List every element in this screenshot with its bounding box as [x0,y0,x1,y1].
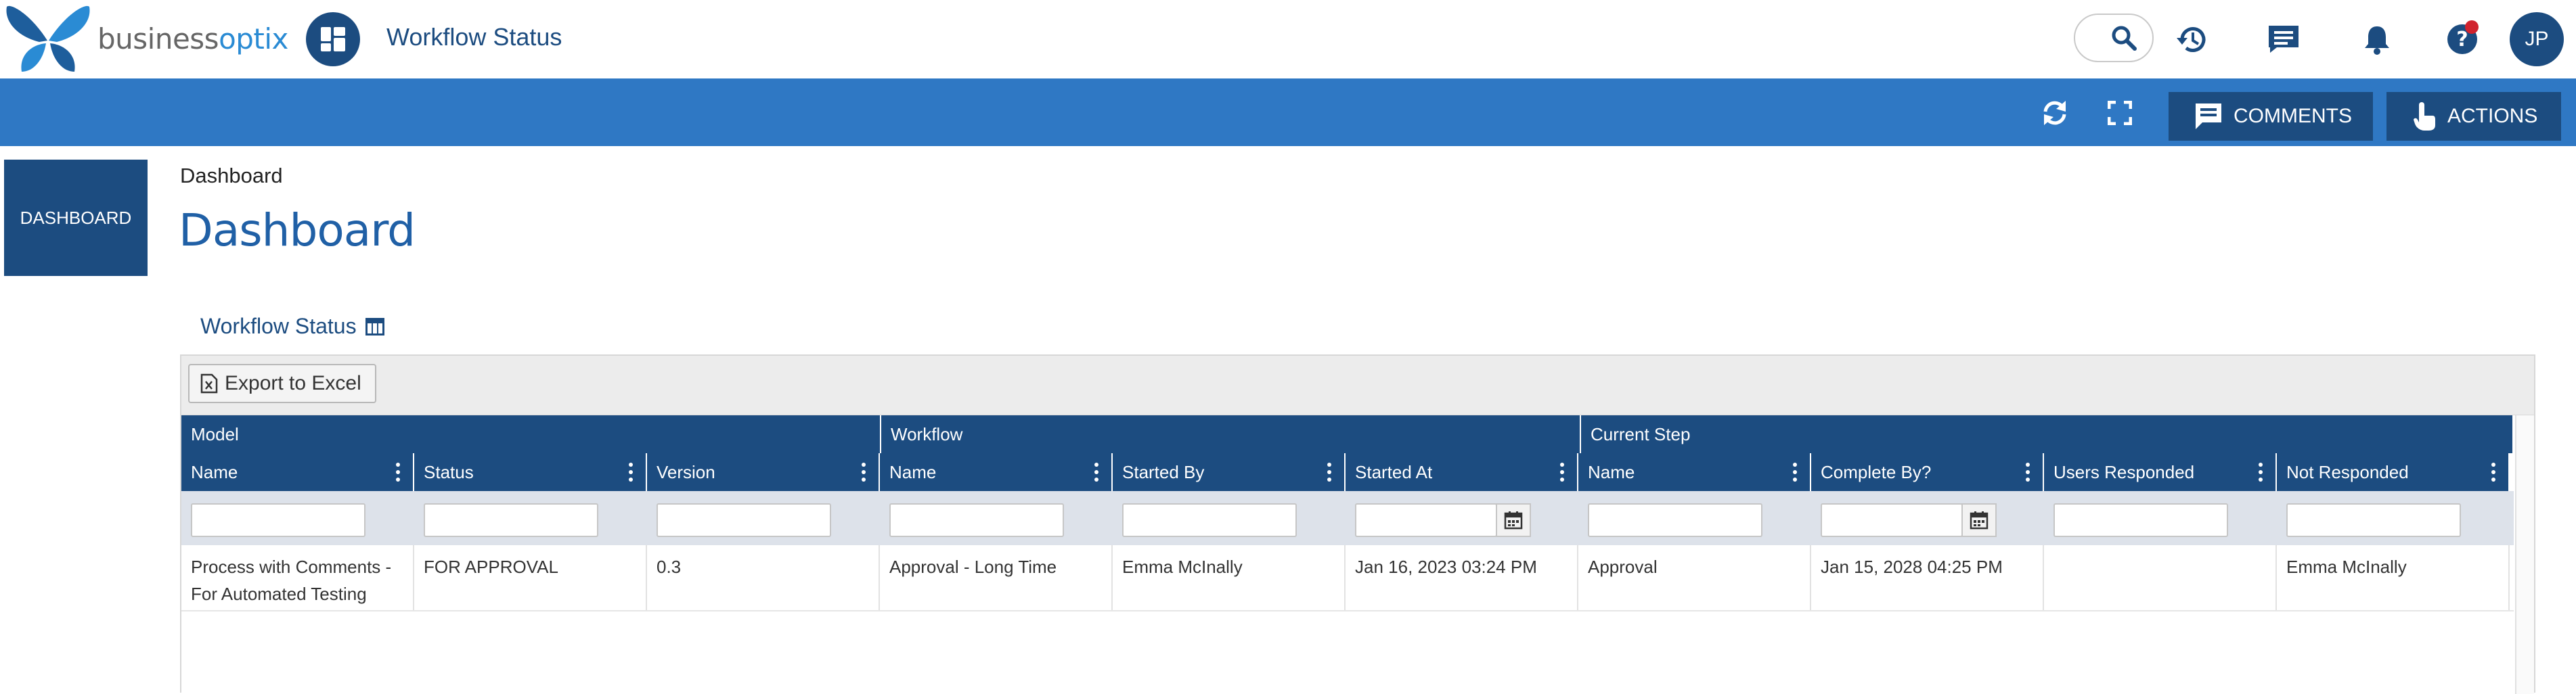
table-cell-model-version: 0.3 [647,545,880,610]
export-to-excel-button[interactable]: Export to Excel [188,364,376,403]
table-cell-model-name: Process with Comments - For Automated Te… [181,545,414,610]
workflow-status-grid: Export to Excel Model Workflow Current S… [180,354,2535,693]
calendar-icon [1504,511,1523,530]
table-icon[interactable] [365,317,385,336]
column-menu-icon[interactable] [2491,463,2496,483]
column-header-label: Started At [1355,462,1432,483]
calendar-button[interactable] [1496,503,1531,537]
breadcrumb[interactable]: Dashboard [180,164,283,188]
table-cell-step-name: Approval [1578,545,1811,610]
butterfly-logo-icon [4,1,92,76]
notification-badge [2465,20,2479,34]
top-header: businessoptix Workflow Status [0,0,2576,78]
refresh-button[interactable] [2036,96,2074,130]
column-header-step-users-responded[interactable]: Users Responded [2044,453,2277,491]
panel-title: Workflow Status [200,314,385,339]
hand-pointer-icon [2412,101,2437,132]
column-menu-icon[interactable] [1792,463,1798,483]
column-header-label: Started By [1122,462,1204,483]
notifications-button[interactable] [2358,20,2396,58]
column-header-label: Name [1588,462,1635,483]
action-bar: COMMENTS ACTIONS [0,78,2576,146]
excel-icon [200,373,218,394]
column-header-label: Users Responded [2053,462,2194,483]
column-menu-icon[interactable] [861,463,866,483]
grid-toolbar: Export to Excel [181,356,2534,415]
column-header-label: Status [424,462,474,483]
filter-input-step-complete-by[interactable] [1821,503,1963,537]
column-header-workflow-started-by[interactable]: Started By [1113,453,1346,491]
header-group-workflow: Workflow [881,415,1581,453]
column-menu-icon[interactable] [1327,463,1332,483]
fullscreen-icon [2108,101,2132,125]
table-cell-workflow-started-at: Jan 16, 2023 03:24 PM [1346,545,1578,610]
column-menu-icon[interactable] [628,463,634,483]
filter-input-workflow-started-by[interactable] [1122,503,1297,537]
comment-icon [2194,102,2223,131]
filter-input-workflow-name[interactable] [889,503,1064,537]
calendar-button[interactable] [1961,503,1997,537]
header-group-model: Model [181,415,881,453]
apps-icon [319,26,347,53]
page-heading: Workflow Status [386,23,562,51]
column-header-model-status[interactable]: Status [414,453,647,491]
comments-button[interactable]: COMMENTS [2169,92,2373,141]
nav-tile-dashboard[interactable]: DASHBOARD [4,160,148,276]
filter-input-step-not-responded[interactable] [2286,503,2461,537]
column-header-step-name[interactable]: Name [1578,453,1811,491]
comments-label: COMMENTS [2234,105,2352,128]
search-button[interactable] [2074,14,2154,62]
actions-button[interactable]: ACTIONS [2386,92,2561,141]
filter-input-model-version[interactable] [657,503,831,537]
history-icon [2175,23,2208,55]
column-menu-icon[interactable] [1559,463,1565,483]
export-label: Export to Excel [225,372,361,395]
fullscreen-button[interactable] [2101,96,2139,130]
column-header-workflow-name[interactable]: Name [880,453,1113,491]
filter-input-step-name[interactable] [1588,503,1762,537]
column-header-label: Not Responded [2286,462,2409,483]
table-cell-model-status: FOR APPROVAL [414,545,647,610]
messages-icon [2267,24,2300,54]
brand-name: businessoptix [97,22,288,55]
column-header-workflow-started-at[interactable]: Started At [1346,453,1578,491]
vertical-scrollbar[interactable] [2515,415,2534,694]
user-avatar[interactable]: JP [2510,12,2564,66]
table-cell-workflow-started-by: Emma McInally [1113,545,1346,610]
column-header-label: Version [657,462,715,483]
row-divider [181,610,2514,611]
column-menu-icon[interactable] [2258,463,2263,483]
column-header-label: Name [889,462,936,483]
filter-row [181,491,2514,545]
panel-title-label: Workflow Status [200,314,357,339]
column-header-label: Name [191,462,238,483]
apps-button[interactable] [306,12,360,66]
filter-input-step-users-responded[interactable] [2053,503,2228,537]
search-icon [2110,24,2137,51]
column-header-step-not-responded[interactable]: Not Responded [2277,453,2510,491]
table-cell-step-users-responded [2044,545,2277,610]
messages-button[interactable] [2265,20,2303,58]
column-menu-icon[interactable] [2025,463,2030,483]
history-button[interactable] [2173,20,2211,58]
page-title: Dashboard [179,204,415,256]
table-cell-step-complete-by: Jan 15, 2028 04:25 PM [1811,545,2044,610]
column-header-model-version[interactable]: Version [647,453,880,491]
filter-input-model-status[interactable] [424,503,598,537]
column-menu-icon[interactable] [1094,463,1099,483]
filter-input-workflow-started-at[interactable] [1355,503,1497,537]
column-header-label: Complete By? [1821,462,1931,483]
refresh-icon [2040,98,2070,128]
column-header-step-complete-by[interactable]: Complete By? [1811,453,2044,491]
column-header-model-name[interactable]: Name [181,453,414,491]
table-cell-workflow-name: Approval - Long Time [880,545,1113,610]
column-menu-icon[interactable] [395,463,401,483]
calendar-icon [1970,511,1989,530]
bell-icon [2363,24,2391,55]
filter-input-model-name[interactable] [191,503,365,537]
actions-label: ACTIONS [2447,105,2537,128]
table-cell-step-not-responded: Emma McInally [2277,545,2510,610]
header-group-current-step: Current Step [1581,415,2514,453]
brand-logo[interactable]: businessoptix [4,1,288,76]
